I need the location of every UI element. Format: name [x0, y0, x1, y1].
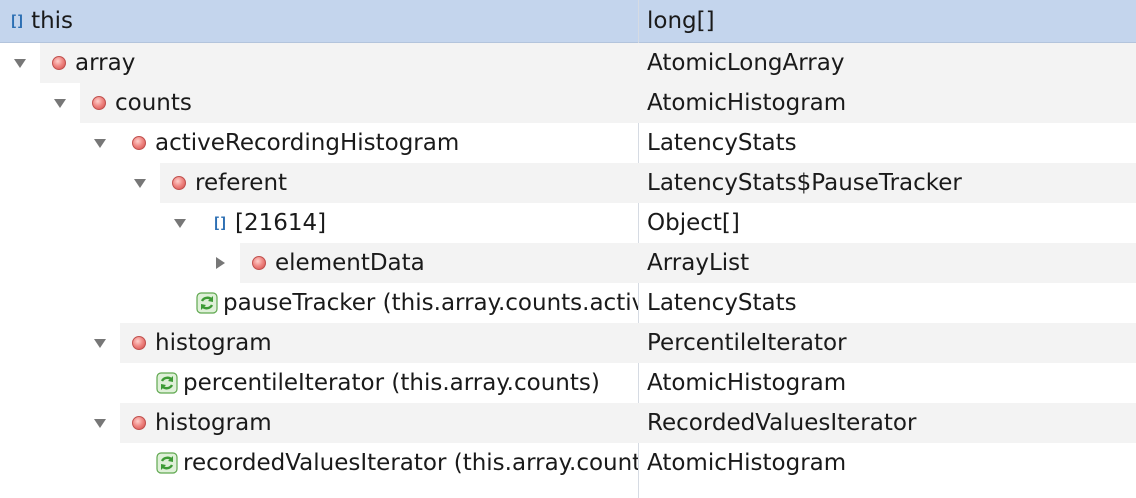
- collapse-triangle-icon[interactable]: [212, 255, 228, 271]
- expand-triangle-icon[interactable]: [92, 135, 108, 151]
- tree-row[interactable]: array AtomicLongArray: [0, 43, 1136, 83]
- node-name-label: recordedValuesIterator (this.array.count…: [183, 450, 638, 476]
- node-type-label: ArrayList: [647, 250, 750, 276]
- tree-row[interactable]: [] [21614] Object[]: [0, 203, 1136, 243]
- node-name-label: pauseTracker (this.array.counts.activeRe…: [223, 290, 638, 316]
- node-type-label: AtomicHistogram: [647, 90, 847, 116]
- array-icon: []: [211, 214, 228, 232]
- node-name-label: histogram: [155, 410, 272, 436]
- node-type-label: AtomicLongArray: [647, 50, 845, 76]
- node-name-label: elementData: [275, 250, 425, 276]
- tree-cell: [] [21614]: [0, 203, 638, 243]
- tree-cell: referent: [0, 163, 638, 203]
- expand-triangle-icon[interactable]: [92, 415, 108, 431]
- node-name-label: referent: [195, 170, 288, 196]
- expand-triangle-icon[interactable]: [52, 95, 68, 111]
- node-name-label: histogram: [155, 330, 272, 356]
- expand-triangle-icon[interactable]: [172, 215, 188, 231]
- node-type-label: PercentileIterator: [647, 330, 847, 356]
- root-type-cell[interactable]: long[]: [639, 0, 1136, 42]
- expand-triangle-icon[interactable]: [12, 55, 28, 71]
- tree-row[interactable]: recordedValuesIterator (this.array.count…: [0, 443, 1136, 483]
- node-type-label: AtomicHistogram: [647, 370, 847, 396]
- tree-table-header: [] this long[]: [0, 0, 1136, 43]
- node-type-label: LatencyStats$PauseTracker: [647, 170, 962, 196]
- tree-cell: percentileIterator (this.array.counts): [0, 363, 638, 403]
- cycle-icon: [156, 372, 178, 394]
- tree-cell: array: [0, 43, 638, 83]
- node-name-label: percentileIterator (this.array.counts): [183, 370, 600, 396]
- root-name-cell[interactable]: [] this: [0, 0, 638, 42]
- tree-row[interactable]: elementData ArrayList: [0, 243, 1136, 283]
- tree-row[interactable]: pauseTracker (this.array.counts.activeRe…: [0, 283, 1136, 323]
- field-icon: [128, 332, 150, 354]
- field-icon: [128, 132, 150, 154]
- node-name-label: array: [75, 50, 136, 76]
- node-name-label: [21614]: [235, 210, 327, 236]
- root-name-label: this: [31, 8, 74, 34]
- tree-cell: recordedValuesIterator (this.array.count…: [0, 443, 638, 483]
- node-name-label: counts: [115, 90, 192, 116]
- expand-triangle-icon[interactable]: [92, 335, 108, 351]
- node-type-label: LatencyStats: [647, 290, 797, 316]
- cycle-icon: [196, 292, 218, 314]
- field-icon: [168, 172, 190, 194]
- node-type-label: RecordedValuesIterator: [647, 410, 917, 436]
- tree-row[interactable]: counts AtomicHistogram: [0, 83, 1136, 123]
- node-type-label: AtomicHistogram: [647, 450, 847, 476]
- node-name-label: activeRecordingHistogram: [155, 130, 460, 156]
- field-icon: [48, 52, 70, 74]
- expand-triangle-icon[interactable]: [132, 175, 148, 191]
- tree-cell: pauseTracker (this.array.counts.activeRe…: [0, 283, 638, 323]
- field-icon: [88, 92, 110, 114]
- field-icon: [128, 412, 150, 434]
- tree-row[interactable]: percentileIterator (this.array.counts) At…: [0, 363, 1136, 403]
- tree-row[interactable]: activeRecordingHistogram LatencyStats: [0, 123, 1136, 163]
- tree-row[interactable]: referent LatencyStats$PauseTracker: [0, 163, 1136, 203]
- field-icon: [248, 252, 270, 274]
- tree-cell: activeRecordingHistogram: [0, 123, 638, 163]
- tree-cell: histogram: [0, 403, 638, 443]
- tree-cell: counts: [0, 83, 638, 123]
- tree-cell: elementData: [0, 243, 638, 283]
- root-type-label: long[]: [647, 8, 715, 34]
- array-icon: []: [9, 12, 25, 30]
- node-type-label: LatencyStats: [647, 130, 797, 156]
- cycle-icon: [156, 452, 178, 474]
- tree-row[interactable]: histogram RecordedValuesIterator: [0, 403, 1136, 443]
- tree-row[interactable]: histogram PercentileIterator: [0, 323, 1136, 363]
- tree-cell: histogram: [0, 323, 638, 363]
- node-type-label: Object[]: [647, 210, 740, 236]
